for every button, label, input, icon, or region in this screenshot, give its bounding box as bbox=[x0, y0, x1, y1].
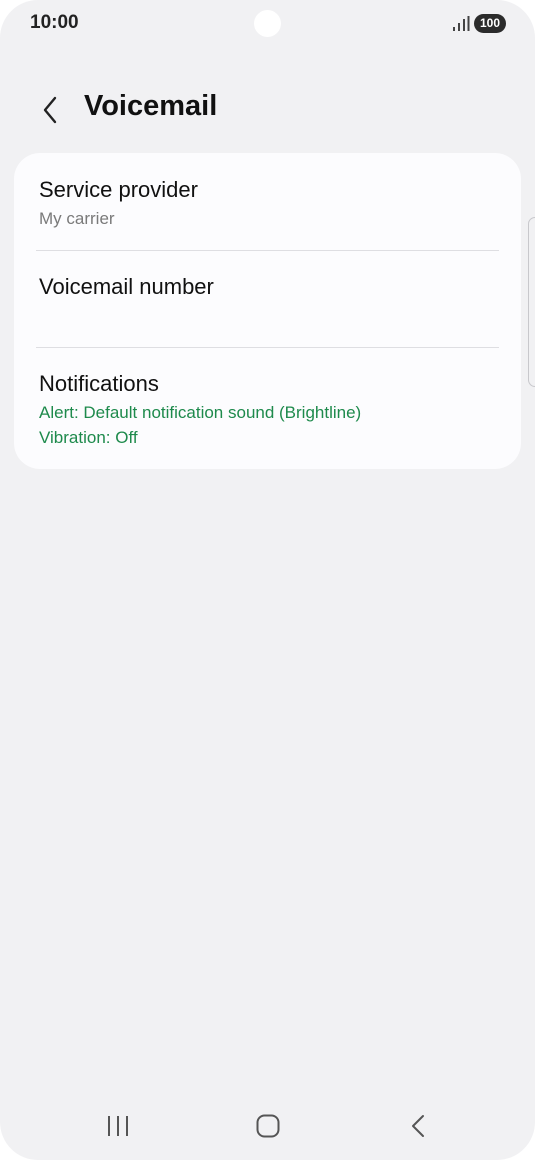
service-provider-item[interactable]: Service provider My carrier bbox=[14, 153, 521, 251]
settings-card: Service provider My carrier Voicemail nu… bbox=[14, 153, 521, 469]
back-button[interactable] bbox=[34, 92, 66, 128]
scroll-indicator bbox=[528, 217, 535, 387]
voicemail-number-item[interactable]: Voicemail number bbox=[14, 251, 521, 348]
recent-apps-icon bbox=[108, 1116, 128, 1136]
home-icon bbox=[256, 1114, 280, 1138]
notifications-vibration: Vibration: Off bbox=[39, 428, 138, 447]
battery-icon: 100 bbox=[474, 14, 506, 33]
service-provider-value: My carrier bbox=[39, 209, 115, 228]
signal-icon bbox=[453, 16, 470, 31]
nav-back-button[interactable] bbox=[388, 1106, 448, 1146]
home-button[interactable] bbox=[238, 1106, 298, 1146]
notifications-item[interactable]: Notifications Alert: Default notificatio… bbox=[14, 348, 521, 469]
page-title: Voicemail bbox=[84, 90, 218, 122]
back-chevron-icon bbox=[43, 96, 57, 124]
voicemail-number-title: Voicemail number bbox=[39, 274, 214, 299]
notifications-alert: Alert: Default notification sound (Brigh… bbox=[39, 403, 362, 422]
phone-screen: 10:00 100 Voicemail Service provider My … bbox=[0, 0, 535, 1160]
status-time: 10:00 bbox=[30, 12, 79, 33]
service-provider-title: Service provider bbox=[39, 177, 198, 202]
notifications-title: Notifications bbox=[39, 371, 159, 396]
recent-apps-button[interactable] bbox=[88, 1106, 148, 1146]
camera-cutout bbox=[254, 10, 281, 37]
back-icon bbox=[412, 1115, 424, 1137]
